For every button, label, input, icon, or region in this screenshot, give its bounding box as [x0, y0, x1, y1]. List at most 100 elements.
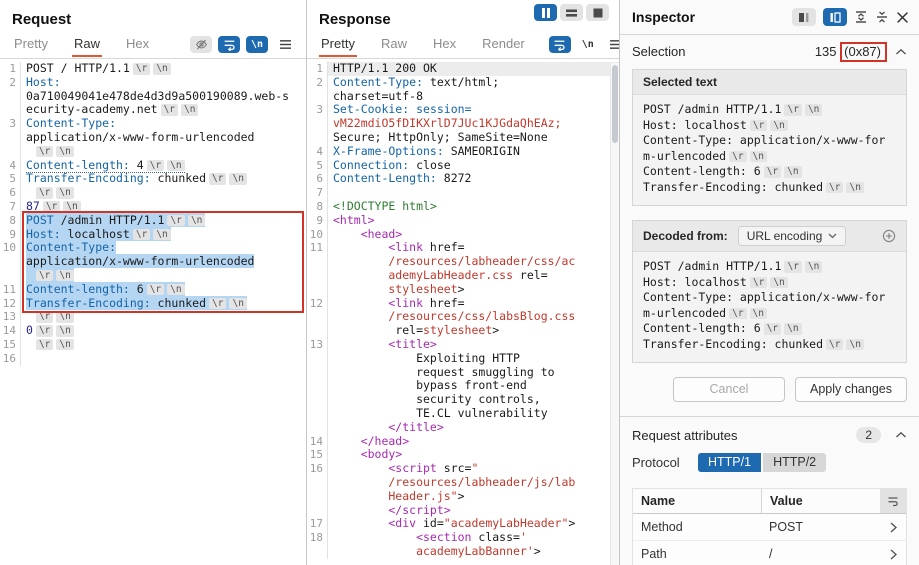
- response-menu-icon[interactable]: [605, 36, 620, 53]
- tab-hex[interactable]: Hex: [124, 31, 151, 57]
- inspector-header: Inspector: [620, 0, 919, 35]
- code-line[interactable]: 7: [307, 186, 619, 200]
- code-line[interactable]: 5Transfer-Encoding: chunked\r\n: [0, 172, 306, 186]
- code-line[interactable]: 14</head>: [307, 435, 619, 449]
- scrollbar-thumb[interactable]: [612, 65, 618, 143]
- line-number: 11: [0, 283, 21, 297]
- request-attributes-header[interactable]: Request attributes 2: [620, 417, 919, 451]
- add-decoding-icon[interactable]: [882, 229, 896, 243]
- dock-left-layout-icon[interactable]: [792, 8, 816, 26]
- line-number: 10: [307, 228, 328, 242]
- protocol-option-http2[interactable]: HTTP/2: [763, 453, 826, 472]
- crlf-badge: \n: [846, 339, 863, 351]
- chevron-up-icon[interactable]: [895, 48, 907, 56]
- decoded-content[interactable]: POST /admin HTTP/1.1\r\nHost: localhost\…: [633, 252, 906, 362]
- crlf-badge: \r: [133, 229, 150, 241]
- crlf-badge: \n: [229, 173, 246, 185]
- single-layout-icon[interactable]: [586, 4, 609, 21]
- line-number: 6: [307, 172, 328, 186]
- line-number: 3: [307, 103, 328, 144]
- response-scrollbar[interactable]: [610, 63, 619, 565]
- show-newlines-icon[interactable]: \n: [246, 36, 268, 53]
- response-panel: Response PrettyRawHexRender \n 1HTTP/1.1…: [307, 0, 620, 565]
- code-line[interactable]: 8<!DOCTYPE html>: [307, 200, 619, 214]
- request-editor[interactable]: 1POST / HTTP/1.1\r\n2Host:0a710049041e47…: [0, 59, 306, 565]
- crlf-badge: \r: [43, 201, 60, 213]
- inspector-buttons: Cancel Apply changes: [620, 363, 919, 414]
- attribute-row-path[interactable]: Path/: [633, 541, 906, 565]
- close-inspector-icon[interactable]: [896, 11, 909, 24]
- chevron-right-icon[interactable]: [880, 522, 906, 533]
- protocol-option-http1[interactable]: HTTP/1: [698, 453, 761, 472]
- selection-section-header[interactable]: Selection 135 (0x87): [620, 35, 919, 65]
- code-line[interactable]: 8POST /admin HTTP/1.1\r\n: [0, 214, 306, 228]
- code-line[interactable]: 11Content-length: 6\r\n: [0, 283, 306, 297]
- code-line[interactable]: 16<script src="/resources/labheader/js/l…: [307, 462, 619, 517]
- tab-pretty[interactable]: Pretty: [12, 31, 50, 57]
- line-number: 6: [0, 186, 21, 200]
- crlf-badge: \n: [229, 298, 246, 310]
- tab-render[interactable]: Render: [480, 31, 527, 57]
- show-newlines-icon[interactable]: \n: [577, 36, 599, 53]
- code-line[interactable]: 11<link href=/resources/labheader/css/ac…: [307, 241, 619, 296]
- chevron-right-icon[interactable]: [880, 549, 906, 560]
- protocol-toggle: HTTP/1HTTP/2: [698, 453, 826, 472]
- code-line[interactable]: 1HTTP/1.1 200 OK: [307, 62, 619, 76]
- attributes-table-body: MethodPOSTPath/: [633, 514, 906, 565]
- line-number: 11: [307, 241, 328, 296]
- code-line[interactable]: 9<html>: [307, 214, 619, 228]
- crlf-badge: \r: [36, 311, 53, 323]
- code-line[interactable]: 6 \r\n: [0, 186, 306, 200]
- rows-layout-icon[interactable]: [560, 4, 583, 21]
- tab-raw[interactable]: Raw: [72, 31, 102, 57]
- code-line[interactable]: 10<head>: [307, 228, 619, 242]
- cancel-button[interactable]: Cancel: [673, 377, 785, 402]
- code-line[interactable]: 2Host:0a710049041e478de4d3d9a500190089.w…: [0, 76, 306, 117]
- code-line[interactable]: 16: [0, 352, 306, 366]
- crlf-badge: \n: [56, 270, 73, 282]
- code-line[interactable]: 140\r\n: [0, 324, 306, 338]
- code-line[interactable]: 5Connection: close: [307, 159, 619, 173]
- code-line[interactable]: 9Host: localhost\r\n: [0, 228, 306, 242]
- expand-all-icon[interactable]: [854, 10, 868, 24]
- code-line[interactable]: 13 \r\n: [0, 310, 306, 324]
- code-line[interactable]: 4Content-length: 4\r\n: [0, 159, 306, 173]
- code-line[interactable]: 10Content-Type:application/x-www-form-ur…: [0, 241, 306, 282]
- chevron-up-icon[interactable]: [895, 431, 907, 439]
- code-line[interactable]: 4X-Frame-Options: SAMEORIGIN: [307, 145, 619, 159]
- table-wrap-icon[interactable]: [880, 489, 906, 513]
- code-line[interactable]: 787\r\n: [0, 200, 306, 214]
- request-menu-icon[interactable]: [274, 36, 296, 53]
- tab-hex[interactable]: Hex: [431, 31, 458, 57]
- line-number: 12: [307, 297, 328, 338]
- soft-wrap-icon[interactable]: [549, 36, 571, 53]
- code-line[interactable]: 18<section class='academyLabBanner'>: [307, 531, 619, 559]
- code-line[interactable]: 15<body>: [307, 448, 619, 462]
- apply-changes-button[interactable]: Apply changes: [795, 377, 907, 402]
- code-line[interactable]: 12<link href=/resources/css/labsBlog.css…: [307, 297, 619, 338]
- attribute-row-method[interactable]: MethodPOST: [633, 514, 906, 541]
- tab-pretty[interactable]: Pretty: [319, 31, 357, 57]
- columns-layout-icon[interactable]: [534, 4, 557, 21]
- encoding-dropdown[interactable]: URL encoding: [738, 226, 847, 246]
- response-editor[interactable]: 1HTTP/1.1 200 OK2Content-Type: text/html…: [307, 59, 619, 565]
- dock-right-layout-icon[interactable]: [823, 8, 847, 26]
- line-number: 5: [307, 159, 328, 173]
- crlf-badge: \r: [764, 323, 781, 335]
- code-line[interactable]: 13<title>Exploiting HTTPrequest smugglin…: [307, 338, 619, 435]
- soft-wrap-icon[interactable]: [218, 36, 240, 53]
- code-line[interactable]: 2Content-Type: text/html;charset=utf-8: [307, 76, 619, 104]
- code-line[interactable]: 1POST / HTTP/1.1\r\n: [0, 62, 306, 76]
- collapse-all-icon[interactable]: [875, 10, 889, 24]
- hide-nonprintable-icon[interactable]: [190, 36, 212, 53]
- code-line[interactable]: 6Content-Length: 8272: [307, 172, 619, 186]
- crlf-badge: \n: [63, 201, 80, 213]
- code-line[interactable]: 3Set-Cookie: session=vM22mdiO5fDIKXrlD7J…: [307, 103, 619, 144]
- code-line[interactable]: 12Transfer-Encoding: chunked\r\n: [0, 297, 306, 311]
- selected-text-content[interactable]: POST /admin HTTP/1.1\r\nHost: localhost\…: [633, 95, 906, 205]
- request-panel: Request PrettyRawHex \n 1POST / HTTP/1.1…: [0, 0, 307, 565]
- code-line[interactable]: 15 \r\n: [0, 338, 306, 352]
- code-line[interactable]: 17<div id="academyLabHeader">: [307, 517, 619, 531]
- code-line[interactable]: 3Content-Type:application/x-www-form-url…: [0, 117, 306, 158]
- tab-raw[interactable]: Raw: [379, 31, 409, 57]
